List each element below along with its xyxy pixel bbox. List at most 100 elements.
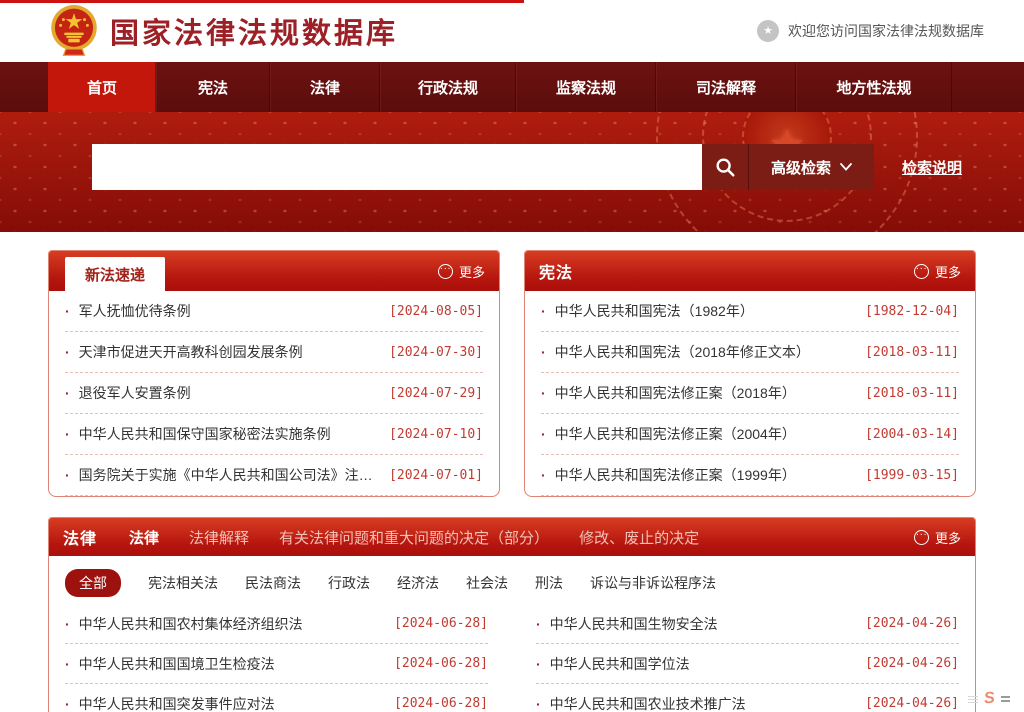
law-date: [2024-04-26]: [865, 696, 959, 711]
law-date: [2024-07-10]: [389, 427, 483, 442]
laws-list: ·中华人民共和国农村集体经济组织法 [2024-06-28] ·中华人民共和国国…: [49, 602, 975, 712]
tab-law-interpretations[interactable]: 法律解释: [189, 527, 249, 548]
laws-right-column: ·中华人民共和国生物安全法 [2024-04-26] ·中华人民共和国学位法 […: [536, 604, 959, 712]
bullet-icon: ·: [65, 303, 70, 319]
bullet-icon: ·: [536, 656, 541, 672]
tab-new-laws[interactable]: 新法速递: [65, 257, 165, 291]
list-item[interactable]: ·中华人民共和国农村集体经济组织法 [2024-06-28]: [65, 604, 488, 644]
badge-lines-icon: [968, 696, 978, 703]
bullet-icon: ·: [65, 426, 70, 442]
law-date: [2024-07-29]: [389, 386, 483, 401]
constitution-more-button[interactable]: ··· 更多: [914, 262, 961, 281]
law-date: [2024-06-28]: [394, 696, 488, 711]
nav-item-supervision-regulations[interactable]: 监察法规: [516, 62, 656, 112]
tab-decisions-on-legal-issues[interactable]: 有关法律问题和重大问题的决定（部分）: [279, 527, 549, 548]
nav-item-administrative-regulations[interactable]: 行政法规: [380, 62, 516, 112]
law-date: [2024-07-30]: [389, 345, 483, 360]
filter-economic[interactable]: 经济法: [397, 573, 439, 593]
nav-item-constitution[interactable]: 宪法: [156, 62, 270, 112]
advanced-search-label: 高级检索: [771, 157, 831, 178]
bullet-icon: ·: [536, 616, 541, 632]
ellipsis-circle-icon: ···: [914, 530, 929, 545]
nav-item-home[interactable]: 首页: [48, 62, 156, 112]
search-input[interactable]: [92, 144, 702, 190]
main-content: 新法速递 ··· 更多 ·军人抚恤优待条例 [2024-08-05] ·天津市促…: [0, 232, 1024, 712]
bullet-icon: ·: [65, 656, 70, 672]
filter-all[interactable]: 全部: [65, 569, 121, 597]
bullet-icon: ·: [65, 616, 70, 632]
bullet-icon: ·: [541, 344, 546, 360]
list-item[interactable]: ·中华人民共和国宪法（1982年） [1982-12-04]: [541, 291, 959, 332]
welcome-text: 欢迎您访问国家法律法规数据库: [788, 21, 984, 41]
s-logo-icon: S: [983, 689, 995, 708]
list-item[interactable]: ·中华人民共和国国境卫生检疫法 [2024-06-28]: [65, 644, 488, 684]
nav-item-local-regulations[interactable]: 地方性法规: [796, 62, 952, 112]
law-date: [2018-03-11]: [865, 345, 959, 360]
list-item[interactable]: ·退役军人安置条例 [2024-07-29]: [65, 373, 483, 414]
ellipsis-circle-icon: ···: [914, 264, 929, 279]
list-item[interactable]: ·中华人民共和国生物安全法 [2024-04-26]: [536, 604, 959, 644]
law-date: [2004-03-14]: [865, 427, 959, 442]
bullet-icon: ·: [65, 467, 70, 483]
list-item[interactable]: ·天津市促进天开高教科创园发展条例 [2024-07-30]: [65, 332, 483, 373]
constitution-list: ·中华人民共和国宪法（1982年） [1982-12-04] ·中华人民共和国宪…: [525, 291, 975, 496]
list-item[interactable]: ·中华人民共和国学位法 [2024-04-26]: [536, 644, 959, 684]
filter-social[interactable]: 社会法: [466, 573, 508, 593]
bullet-icon: ·: [65, 385, 70, 401]
nav-item-judicial-interpretations[interactable]: 司法解释: [656, 62, 796, 112]
list-item[interactable]: ·中华人民共和国宪法（2018年修正文本） [2018-03-11]: [541, 332, 959, 373]
advanced-search-button[interactable]: 高级检索: [748, 144, 874, 190]
panel-laws-header: 法律 法律 法律解释 有关法律问题和重大问题的决定（部分） 修改、废止的决定 ·…: [49, 518, 975, 556]
nav-item-laws[interactable]: 法律: [270, 62, 380, 112]
list-item[interactable]: ·中华人民共和国保守国家秘密法实施条例 [2024-07-10]: [65, 414, 483, 455]
laws-tabs: 法律 法律解释 有关法律问题和重大问题的决定（部分） 修改、废止的决定: [129, 527, 914, 548]
laws-more-button[interactable]: ··· 更多: [914, 528, 961, 547]
law-date: [2024-06-28]: [394, 616, 488, 631]
ellipsis-circle-icon: ···: [438, 264, 453, 279]
tab-amendment-repeal-decisions[interactable]: 修改、废止的决定: [579, 527, 699, 548]
bullet-icon: ·: [541, 303, 546, 319]
chevron-down-icon: [840, 163, 852, 171]
law-date: [2024-06-28]: [394, 656, 488, 671]
loading-progress-bar: [0, 0, 524, 3]
filter-civil-commercial[interactable]: 民法商法: [245, 573, 301, 593]
list-item[interactable]: ·国务院关于实施《中华人民共和国公司法》注册资本登… [2024-07-01]: [65, 455, 483, 496]
filter-constitution-related[interactable]: 宪法相关法: [148, 573, 218, 593]
filter-criminal[interactable]: 刑法: [535, 573, 563, 593]
list-item[interactable]: ·中华人民共和国宪法修正案（2018年） [2018-03-11]: [541, 373, 959, 414]
brand: 国家法律法规数据库: [48, 3, 398, 59]
panel-new-laws: 新法速递 ··· 更多 ·军人抚恤优待条例 [2024-08-05] ·天津市促…: [48, 250, 500, 497]
new-laws-more-button[interactable]: ··· 更多: [438, 262, 485, 281]
bullet-icon: ·: [541, 467, 546, 483]
site-header: 国家法律法规数据库 ★ 欢迎您访问国家法律法规数据库: [0, 0, 1024, 62]
list-item[interactable]: ·中华人民共和国宪法修正案（2004年） [2004-03-14]: [541, 414, 959, 455]
badge-menu-icon: [1001, 696, 1010, 702]
list-item[interactable]: ·中华人民共和国农业技术推广法 [2024-04-26]: [536, 684, 959, 712]
capture-extension-badge[interactable]: S: [968, 690, 1010, 708]
more-label: 更多: [935, 262, 961, 281]
panel-new-laws-header: 新法速递 ··· 更多: [49, 251, 499, 291]
panel-constitution: 宪法 ··· 更多 ·中华人民共和国宪法（1982年） [1982-12-04]…: [524, 250, 976, 497]
more-label: 更多: [935, 528, 961, 547]
filter-administrative[interactable]: 行政法: [328, 573, 370, 593]
list-item[interactable]: ·中华人民共和国宪法修正案（1999年） [1999-03-15]: [541, 455, 959, 496]
site-title: 国家法律法规数据库: [110, 10, 398, 52]
list-item[interactable]: ·军人抚恤优待条例 [2024-08-05]: [65, 291, 483, 332]
star-badge-icon: ★: [757, 20, 779, 42]
search-bar: 高级检索 检索说明: [92, 144, 962, 190]
laws-left-column: ·中华人民共和国农村集体经济组织法 [2024-06-28] ·中华人民共和国国…: [65, 604, 488, 712]
search-button[interactable]: [702, 144, 748, 190]
law-date: [2024-08-05]: [389, 304, 483, 319]
panel-title: 法律: [63, 525, 97, 549]
filter-procedural[interactable]: 诉讼与非诉讼程序法: [590, 573, 716, 593]
search-help-link[interactable]: 检索说明: [902, 157, 962, 178]
search-icon: [714, 156, 736, 178]
law-date: [2018-03-11]: [865, 386, 959, 401]
tab-laws[interactable]: 法律: [129, 527, 159, 548]
law-date: [1982-12-04]: [865, 304, 959, 319]
search-banner: ★ 高级检索 检索说明: [0, 112, 1024, 232]
panel-laws: 法律 法律 法律解释 有关法律问题和重大问题的决定（部分） 修改、废止的决定 ·…: [48, 517, 976, 712]
law-date: [2024-04-26]: [865, 656, 959, 671]
new-laws-list: ·军人抚恤优待条例 [2024-08-05] ·天津市促进天开高教科创园发展条例…: [49, 291, 499, 496]
list-item[interactable]: ·中华人民共和国突发事件应对法 [2024-06-28]: [65, 684, 488, 712]
